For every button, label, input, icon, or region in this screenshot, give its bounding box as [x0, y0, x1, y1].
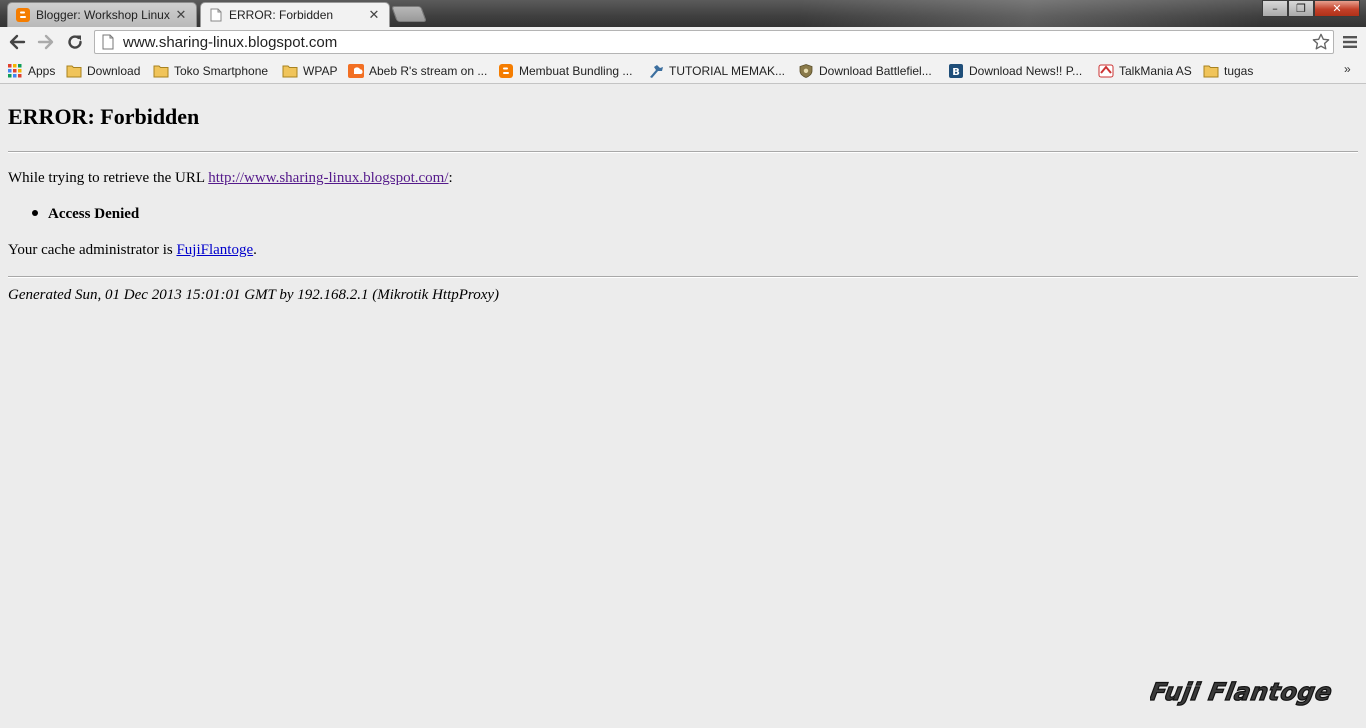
bookmark-label: Toko Smartphone — [174, 64, 269, 78]
bookmark-download-news[interactable]: B Download News!! P... — [948, 62, 1082, 80]
browser-toolbar — [0, 27, 1366, 58]
forward-button[interactable] — [35, 31, 57, 53]
generated-footer: Generated Sun, 01 Dec 2013 15:01:01 GMT … — [8, 287, 500, 303]
folder-icon — [153, 65, 169, 78]
bookmark-label: Abeb R's stream on ... — [369, 64, 488, 78]
folder-icon — [282, 65, 298, 78]
svg-text:Fuji Flantoge: Fuji Flantoge — [1150, 678, 1335, 706]
close-window-button[interactable]: ✕ — [1314, 0, 1360, 17]
reload-button[interactable] — [64, 31, 86, 53]
b-logo-icon: B — [949, 64, 963, 78]
bookmark-download[interactable]: Download — [66, 62, 140, 80]
blogger-icon — [499, 64, 513, 78]
forward-arrow-icon — [37, 34, 54, 50]
apps-grid-icon — [8, 64, 22, 78]
tab-error-forbidden[interactable]: ERROR: Forbidden ✕ — [200, 2, 390, 27]
star-icon — [1312, 33, 1330, 50]
horizontal-rule — [8, 151, 1358, 153]
chrome-menu-button[interactable] — [1340, 32, 1360, 52]
admin-prefix: Your cache administrator is — [8, 242, 177, 258]
bookmark-label: TUTORIAL MEMAK... — [669, 64, 786, 78]
bookmark-tutorial-memak[interactable]: TUTORIAL MEMAK... — [648, 62, 785, 80]
soundcloud-icon — [348, 64, 364, 78]
window-controls: – ❐ ✕ — [1262, 0, 1360, 18]
page-content: ERROR: Forbidden While trying to retriev… — [0, 85, 1366, 728]
bookmarks-bar: Apps Download Toko Smartphone WPAP Abeb … — [0, 58, 1366, 84]
bookmark-talkmania-as[interactable]: TalkMania AS — [1098, 62, 1192, 80]
titlebar-glare — [800, 0, 1260, 27]
tab-close-icon[interactable]: ✕ — [367, 7, 381, 23]
bookmark-label: Apps — [28, 64, 56, 78]
menu-icon — [1343, 36, 1357, 48]
page-icon — [210, 8, 222, 22]
watermark-logo: Fuji Flantoge — [1150, 678, 1335, 707]
admin-suffix: . — [253, 242, 257, 258]
bookmarks-overflow-button[interactable]: » — [1344, 62, 1351, 76]
bookmark-membuat-bundling[interactable]: Membuat Bundling ... — [498, 62, 632, 80]
bookmark-label: Download News!! P... — [969, 64, 1083, 78]
retrieve-message: While trying to retrieve the URL http://… — [8, 170, 453, 187]
back-arrow-icon — [9, 34, 26, 50]
maximize-button[interactable]: ❐ — [1288, 0, 1314, 17]
address-bar[interactable] — [94, 30, 1334, 54]
tab-close-icon[interactable]: ✕ — [174, 7, 188, 23]
error-list-item: Access Denied — [32, 206, 139, 223]
folder-icon — [66, 65, 82, 78]
tab-title: Blogger: Workshop Linux — [36, 8, 170, 22]
bookmark-label: Membuat Bundling ... — [519, 64, 633, 78]
svg-text:B: B — [952, 67, 960, 78]
minimize-button[interactable]: – — [1262, 0, 1288, 17]
bookmark-apps[interactable]: Apps — [7, 62, 55, 80]
bookmark-label: WPAP — [303, 64, 338, 78]
shield-icon — [799, 64, 813, 78]
bookmark-star-button[interactable] — [1309, 31, 1333, 53]
bookmark-label: Download Battlefiel... — [819, 64, 932, 78]
address-input[interactable] — [123, 33, 1309, 51]
back-button[interactable] — [6, 31, 28, 53]
bookmark-label: TalkMania AS — [1119, 64, 1192, 78]
admin-link[interactable]: FujiFlantoge — [176, 242, 253, 258]
retrieve-url-link[interactable]: http://www.sharing-linux.blogspot.com/ — [208, 170, 448, 186]
page-icon — [102, 34, 114, 50]
bookmark-tugas[interactable]: tugas — [1203, 62, 1253, 80]
bookmark-toko-smartphone[interactable]: Toko Smartphone — [153, 62, 268, 80]
reload-icon — [68, 35, 82, 49]
blogger-icon — [16, 8, 30, 22]
retrieve-prefix: While trying to retrieve the URL — [8, 170, 209, 186]
folder-icon — [1203, 65, 1219, 78]
error-reason: Access Denied — [48, 206, 140, 222]
tab-title: ERROR: Forbidden — [229, 8, 334, 22]
bookmark-abeb-stream[interactable]: Abeb R's stream on ... — [348, 62, 487, 80]
horizontal-rule — [8, 276, 1358, 278]
retrieve-suffix: : — [448, 170, 453, 186]
new-tab-button[interactable] — [391, 6, 427, 22]
bookmark-label: Download — [87, 64, 141, 78]
bookmark-download-battlefield[interactable]: Download Battlefiel... — [798, 62, 932, 80]
admin-message: Your cache administrator is FujiFlantoge… — [8, 242, 257, 259]
bookmark-label: tugas — [1224, 64, 1254, 78]
bullet-icon — [32, 209, 38, 216]
page-heading: ERROR: Forbidden — [8, 104, 200, 129]
talkmania-icon — [1098, 64, 1114, 78]
tab-blogger[interactable]: Blogger: Workshop Linux ✕ — [7, 2, 197, 27]
wrench-icon — [650, 65, 663, 78]
bookmark-wpap[interactable]: WPAP — [282, 62, 337, 80]
tab-strip: Blogger: Workshop Linux ✕ ERROR: Forbidd… — [0, 0, 1366, 27]
